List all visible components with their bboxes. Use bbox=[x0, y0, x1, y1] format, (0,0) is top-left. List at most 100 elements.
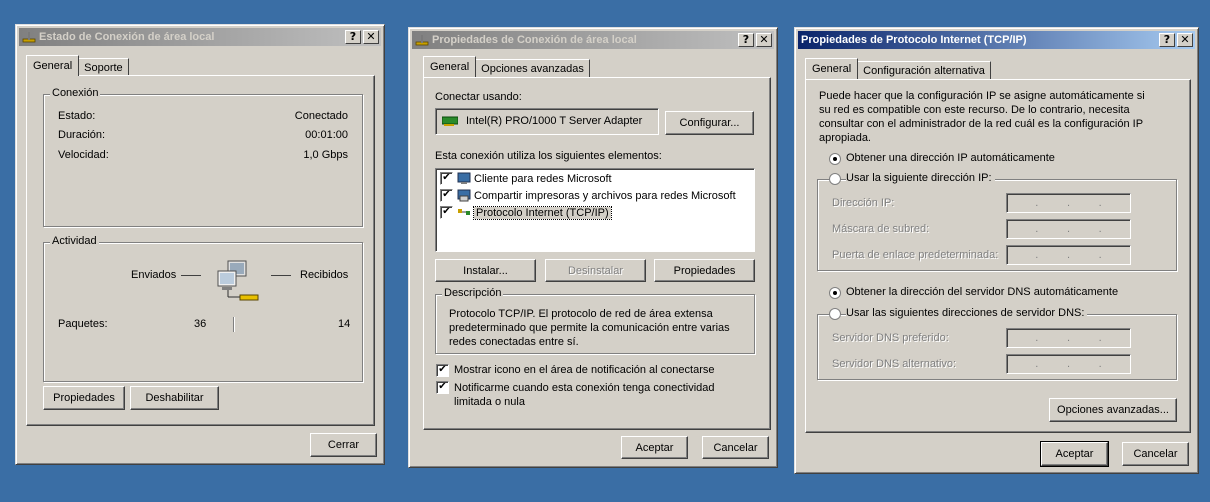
network-adapter-icon bbox=[442, 116, 458, 126]
gateway-field: ... bbox=[1006, 245, 1131, 265]
window-title: Estado de Conexión de área local bbox=[39, 31, 215, 43]
group-label: Actividad bbox=[50, 235, 99, 247]
disable-button[interactable]: Deshabilitar bbox=[130, 386, 219, 410]
close-button[interactable]: ✕ bbox=[756, 33, 772, 47]
file-printer-sharing-icon bbox=[457, 189, 471, 202]
ip-dot: . bbox=[1066, 249, 1071, 261]
titlebar[interactable]: Propiedades de Conexión de área local ? … bbox=[412, 31, 774, 49]
subnet-label: Máscara de subred: bbox=[832, 223, 930, 235]
titlebar[interactable]: Estado de Conexión de área local ? ✕ bbox=[19, 28, 381, 46]
tab-advanced[interactable]: Opciones avanzadas bbox=[475, 59, 590, 77]
ip-auto-radio[interactable] bbox=[829, 153, 841, 165]
description-group: Descripción Protocolo TCP/IP. El protoco… bbox=[435, 287, 755, 354]
help-button[interactable]: ? bbox=[345, 30, 361, 44]
status-label: Estado: bbox=[58, 110, 96, 122]
elements-label: Esta conexión utiliza los siguientes ele… bbox=[435, 150, 662, 162]
help-button[interactable]: ? bbox=[1159, 33, 1175, 47]
ip-manual-radio[interactable] bbox=[829, 173, 841, 185]
packets-label: Paquetes: bbox=[58, 318, 108, 330]
network-client-icon bbox=[457, 172, 471, 184]
ip-dot: . bbox=[1098, 332, 1102, 344]
dns-auto-radio[interactable] bbox=[829, 287, 841, 299]
checkbox[interactable]: ✔ bbox=[440, 172, 453, 185]
description-text: Protocolo TCP/IP. El protocolo de red de… bbox=[449, 308, 730, 348]
close-dialog-button[interactable]: Cerrar bbox=[310, 433, 377, 457]
checkbox[interactable]: ✔ bbox=[440, 206, 453, 219]
group-label: Conexión bbox=[50, 87, 101, 99]
packets-sent-value: 36 bbox=[194, 318, 207, 330]
packets-received-value: 14 bbox=[338, 318, 351, 330]
status-value: Conectado bbox=[294, 110, 348, 122]
ip-dot: . bbox=[1035, 332, 1039, 344]
cancel-button[interactable]: Cancelar bbox=[702, 436, 769, 459]
window-title: Propiedades de Conexión de área local bbox=[432, 34, 637, 46]
ip-dot: . bbox=[1098, 358, 1102, 370]
dns-auto-label[interactable]: Obtener la dirección del servidor DNS au… bbox=[846, 286, 1118, 298]
show-icon-label[interactable]: Mostrar icono en el área de notificación… bbox=[454, 364, 714, 376]
show-icon-checkbox[interactable]: ✔ bbox=[436, 364, 449, 377]
list-item[interactable]: ✔ Cliente para redes Microsoft bbox=[440, 172, 612, 185]
ok-button[interactable]: Aceptar bbox=[1040, 441, 1109, 467]
tab-general[interactable]: General bbox=[26, 55, 80, 76]
ip-dot: . bbox=[1098, 197, 1102, 209]
ip-dot: . bbox=[1066, 197, 1071, 209]
list-item[interactable]: ✔ Compartir impresoras y archivos para r… bbox=[440, 189, 736, 202]
tab-general[interactable]: General bbox=[805, 58, 859, 79]
ip-auto-label[interactable]: Obtener una dirección IP automáticamente bbox=[846, 152, 1055, 164]
cancel-button[interactable]: Cancelar bbox=[1122, 442, 1189, 466]
connection-group: Conexión Estado: Conectado Duración: 00:… bbox=[43, 87, 363, 227]
gateway-label: Puerta de enlace predeterminada: bbox=[832, 249, 999, 261]
ip-dot: . bbox=[1098, 249, 1102, 261]
ip-address-field: ... bbox=[1006, 193, 1131, 213]
sent-line bbox=[181, 275, 201, 276]
connection-status-window: Estado de Conexión de área local ? ✕ Gen… bbox=[15, 24, 385, 465]
ip-dot: . bbox=[1066, 332, 1071, 344]
ip-dot: . bbox=[1066, 223, 1071, 235]
tab-support[interactable]: Soporte bbox=[78, 58, 129, 76]
network-connection-icon bbox=[22, 32, 36, 43]
configure-button[interactable]: Configurar... bbox=[665, 111, 754, 135]
connection-properties-window: Propiedades de Conexión de área local ? … bbox=[408, 27, 778, 468]
close-button[interactable]: ✕ bbox=[1177, 33, 1193, 47]
speed-value: 1,0 Gbps bbox=[303, 149, 348, 161]
dns-manual-radio[interactable] bbox=[829, 308, 841, 320]
ip-address-label: Dirección IP: bbox=[832, 197, 895, 209]
checkbox[interactable]: ✔ bbox=[440, 189, 453, 202]
list-item-label: Compartir impresoras y archivos para red… bbox=[474, 189, 736, 202]
list-item[interactable]: ✔ Protocolo Internet (TCP/IP) bbox=[440, 205, 612, 220]
activity-group: Actividad Enviados Recibidos Paquetes: 3… bbox=[43, 235, 363, 382]
subnet-field: ... bbox=[1006, 219, 1131, 239]
dns-preferred-field: ... bbox=[1006, 328, 1131, 348]
dns-manual-label[interactable]: Usar las siguientes direcciones de servi… bbox=[846, 307, 1088, 319]
speed-label: Velocidad: bbox=[58, 149, 109, 161]
elements-list[interactable]: ✔ Cliente para redes Microsoft ✔ Compart… bbox=[435, 168, 755, 252]
network-activity-icon bbox=[217, 260, 259, 301]
dns-alternate-label: Servidor DNS alternativo: bbox=[832, 358, 957, 370]
notify-label[interactable]: Notificarme cuando esta conexión tenga c… bbox=[454, 381, 754, 409]
duration-value: 00:01:00 bbox=[305, 129, 348, 141]
advanced-options-button[interactable]: Opciones avanzadas... bbox=[1049, 398, 1177, 422]
ip-dot: . bbox=[1066, 358, 1071, 370]
ip-dot: . bbox=[1098, 223, 1102, 235]
duration-label: Duración: bbox=[58, 129, 106, 141]
tab-alternate-config[interactable]: Configuración alternativa bbox=[857, 61, 991, 79]
list-item-label: Cliente para redes Microsoft bbox=[474, 172, 612, 185]
help-button[interactable]: ? bbox=[738, 33, 754, 47]
ok-button[interactable]: Aceptar bbox=[621, 436, 688, 459]
tab-general[interactable]: General bbox=[423, 56, 477, 77]
list-item-label: Protocolo Internet (TCP/IP) bbox=[473, 205, 612, 220]
close-button[interactable]: ✕ bbox=[363, 30, 379, 44]
ip-dot: . bbox=[1035, 223, 1039, 235]
titlebar[interactable]: Propiedades de Protocolo Internet (TCP/I… bbox=[798, 31, 1195, 49]
network-connection-icon bbox=[415, 35, 429, 46]
ip-manual-label[interactable]: Usar la siguiente dirección IP: bbox=[846, 172, 995, 184]
group-label: Descripción bbox=[442, 287, 504, 299]
notify-checkbox[interactable]: ✔ bbox=[436, 381, 449, 394]
uninstall-button: Desinstalar bbox=[545, 259, 646, 282]
properties-button[interactable]: Propiedades bbox=[654, 259, 755, 282]
properties-button[interactable]: Propiedades bbox=[43, 386, 125, 410]
ip-dot: . bbox=[1035, 358, 1039, 370]
tcpip-properties-window: Propiedades de Protocolo Internet (TCP/I… bbox=[794, 27, 1199, 474]
install-button[interactable]: Instalar... bbox=[435, 259, 536, 282]
adapter-name: Intel(R) PRO/1000 T Server Adapter bbox=[466, 115, 643, 127]
